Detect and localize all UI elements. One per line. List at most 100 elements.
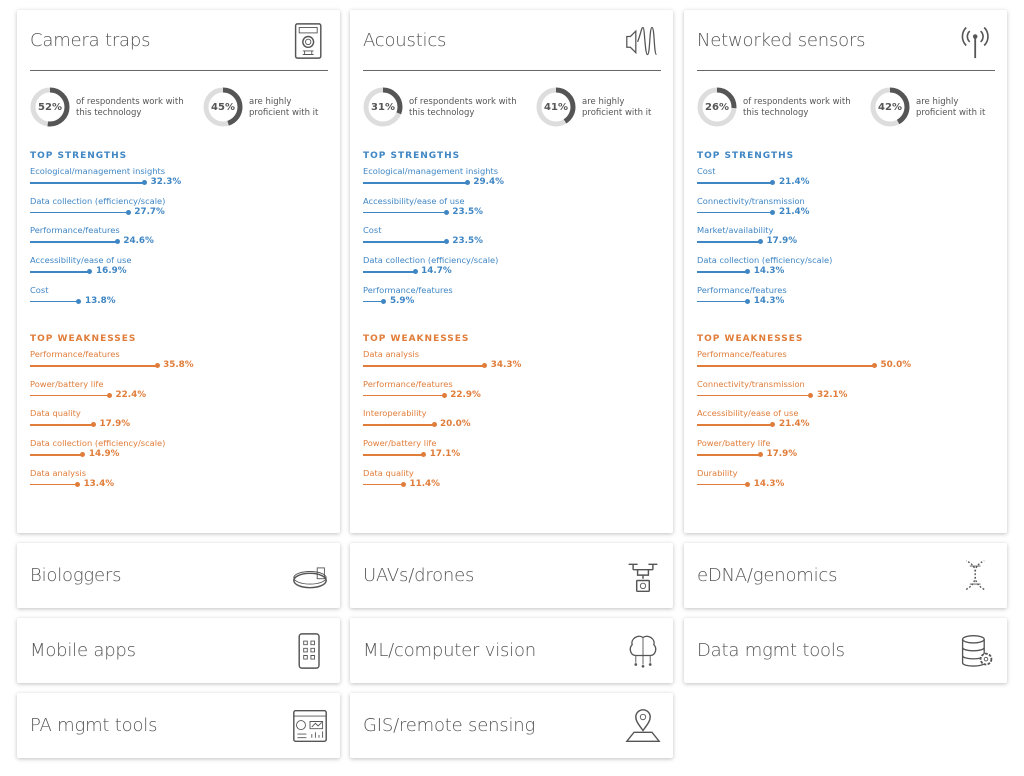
bar-line: [363, 454, 424, 456]
item-value: 5.9%: [389, 295, 415, 306]
bar-row: 14.3%: [697, 266, 997, 278]
bar-row: 13.8%: [30, 296, 330, 308]
bar-line: [363, 424, 434, 426]
weaknesse-item: Performance/features 50.0%: [697, 349, 997, 379]
weaknesse-item: Data quality 11.4%: [363, 468, 663, 498]
card-title: Camera traps: [30, 30, 151, 51]
bar-row: 50.0%: [697, 360, 997, 372]
item-label: Performance/features: [363, 378, 453, 389]
strength-item: Connectivity/transmission 21.4%: [697, 196, 997, 226]
bar-row: 14.7%: [363, 266, 663, 278]
bar-end-dot: [745, 269, 751, 275]
bar-row: 17.1%: [363, 449, 663, 461]
bar-end-dot: [745, 298, 751, 304]
bar-row: 35.8%: [30, 360, 330, 372]
item-value: 29.4%: [473, 177, 504, 187]
strength-item: Ecological/management insights 29.4%: [363, 166, 663, 196]
item-value: 32.1%: [816, 389, 848, 400]
bar-end-dot: [400, 481, 406, 487]
bar-line: [697, 271, 748, 273]
bar-line: [363, 365, 485, 367]
bar-line: [363, 271, 416, 273]
weaknesse-item: Data quality 17.9%: [30, 408, 330, 438]
item-value: 14.3%: [753, 478, 785, 489]
item-label: Cost: [363, 225, 382, 236]
item-value: 50.0%: [880, 360, 912, 370]
bar-line: [363, 182, 468, 184]
item-label: Performance/features: [697, 349, 787, 359]
bar-line: [30, 182, 145, 184]
item-label: Cost: [697, 166, 716, 176]
strengths-heading: TOP STRENGTHS: [697, 151, 795, 161]
database-gear-icon: [959, 630, 995, 672]
bar-line: [30, 211, 129, 214]
bar-end-dot: [142, 180, 148, 185]
bar-line: [697, 454, 761, 456]
item-value: 11.4%: [409, 478, 440, 489]
bar-line: [30, 454, 83, 456]
bar-row: 32.1%: [697, 390, 997, 402]
bar-line: [30, 241, 118, 243]
tech-card-data-mgmt-tools[interactable]: Data mgmt tools: [684, 618, 1007, 683]
tech-card-mobile-apps[interactable]: Mobile apps: [17, 618, 340, 683]
bar-end-dot: [770, 422, 776, 428]
item-value: 14.9%: [88, 449, 120, 460]
bar-end-dot: [464, 180, 470, 185]
tech-card-gis-remote-sensing[interactable]: GIS/remote sensing: [350, 693, 673, 758]
item-label: Durability: [697, 467, 738, 478]
strength-item: Performance/features 14.3%: [697, 285, 997, 315]
item-value: 21.4%: [778, 177, 810, 187]
strength-item: Performance/features 24.6%: [30, 225, 330, 255]
strength-item: Accessibility/ease of use 16.9%: [30, 255, 330, 285]
bar-row: 24.6%: [30, 236, 330, 248]
weaknesse-item: Accessibility/ease of use 21.4%: [697, 408, 997, 438]
item-label: Connectivity/transmission: [697, 195, 805, 206]
item-label: Cost: [30, 284, 49, 295]
bar-row: 22.9%: [363, 390, 663, 402]
bar-line: [363, 394, 445, 397]
tech-card-uavs-drones[interactable]: UAVs/drones: [350, 543, 673, 608]
smartphone-icon: [292, 630, 328, 672]
proficiency-donut-label: 45%: [211, 101, 235, 113]
tech-card-pa-mgmt-tools[interactable]: PA mgmt tools: [17, 693, 340, 758]
usage-donut: 31%: [363, 87, 403, 127]
tech-card-acoustics[interactable]: Acoustics 31% of respondents work with thi…: [350, 10, 673, 533]
tech-card-ml-computer-vision[interactable]: ML/computer vision: [350, 618, 673, 683]
strength-item: Ecological/management insights 32.3%: [30, 166, 330, 196]
bar-line: [697, 241, 761, 243]
strength-item: Data collection (efficiency/scale) 14.7%: [363, 255, 663, 285]
bar-row: 16.9%: [30, 266, 330, 278]
bar-end-dot: [80, 452, 86, 458]
item-label: Data quality: [363, 467, 414, 478]
card-title: eDNA/genomics: [697, 565, 838, 586]
bar-line: [30, 394, 110, 397]
item-value: 13.8%: [84, 295, 116, 306]
dashboard-icon: [292, 705, 328, 747]
usage-description: of respondents work with this technology: [76, 97, 184, 118]
strengths-heading: TOP STRENGTHS: [363, 151, 461, 161]
bar-end-dot: [87, 269, 93, 275]
item-value: 16.9%: [95, 266, 127, 277]
tech-card-biologgers[interactable]: Biologgers: [17, 543, 340, 608]
bar-end-dot: [872, 363, 877, 368]
item-label: Performance/features: [363, 284, 453, 295]
tech-card-edna-genomics[interactable]: eDNA/genomics: [684, 543, 1007, 608]
card-title: Data mgmt tools: [697, 640, 845, 661]
bar-end-dot: [421, 452, 427, 458]
proficiency-donut: 41%: [536, 87, 576, 127]
strength-item: Data collection (efficiency/scale) 14.3%: [697, 255, 997, 285]
item-value: 13.4%: [83, 478, 115, 489]
item-label: Performance/features: [30, 349, 120, 359]
tech-card-camera-traps[interactable]: Camera traps 52% of respondents work with …: [17, 10, 340, 533]
bar-line: [697, 182, 773, 184]
bar-end-dot: [154, 363, 160, 368]
weaknesse-item: Power/battery life 17.9%: [697, 438, 997, 468]
tech-card-networked-sensors[interactable]: Networked sensors 26% of respondents work …: [684, 10, 1007, 533]
weaknesse-item: Data collection (efficiency/scale) 14.9%: [30, 438, 330, 468]
bar-row: 17.9%: [697, 449, 997, 461]
usage-donut-label: 52%: [38, 101, 62, 113]
item-label: Accessibility/ease of use: [363, 195, 465, 206]
item-value: 17.9%: [766, 449, 798, 460]
bar-row: 14.3%: [697, 479, 997, 491]
usage-donut: 52%: [30, 87, 70, 127]
